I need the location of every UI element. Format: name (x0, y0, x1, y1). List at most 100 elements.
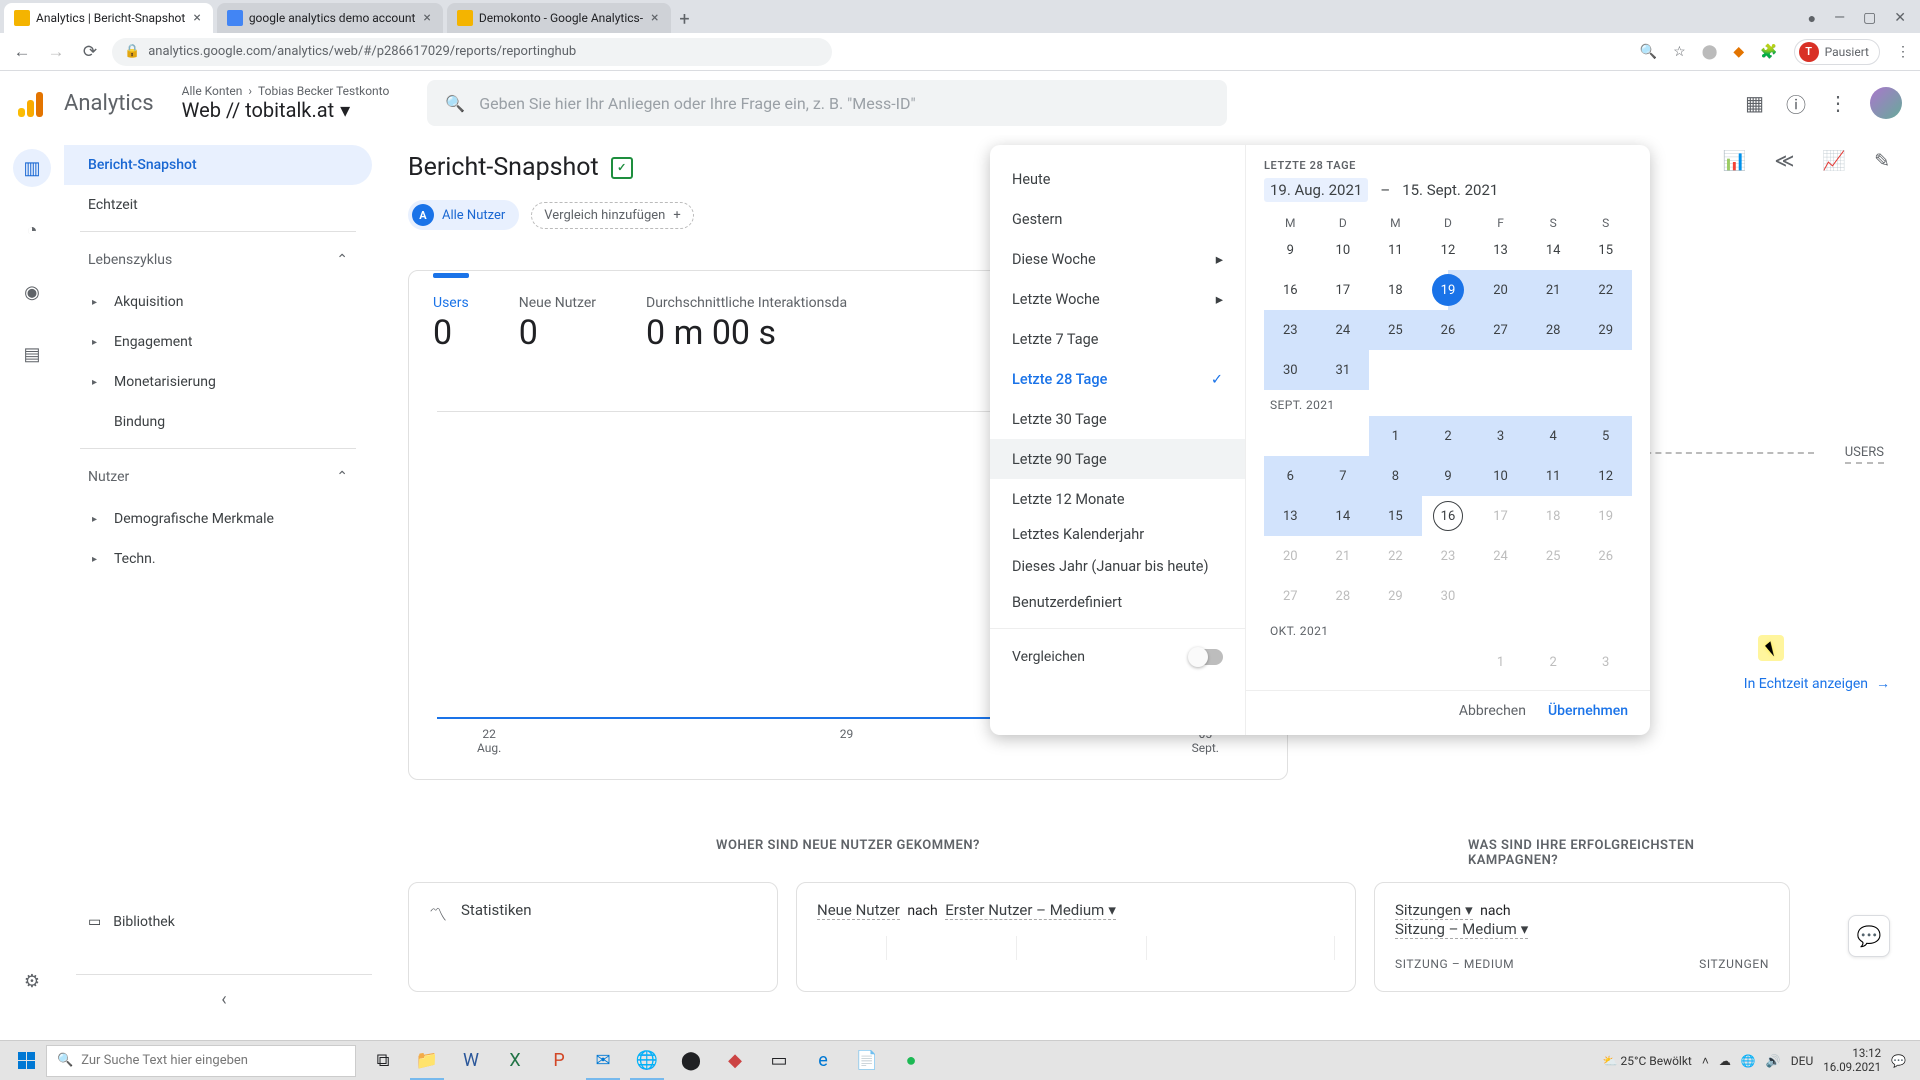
day[interactable]: 14 (1527, 230, 1580, 270)
menu-icon[interactable]: ⋮ (1896, 44, 1910, 60)
obs-icon[interactable]: ⬤ (670, 1042, 712, 1080)
day[interactable]: 15 (1579, 230, 1632, 270)
day[interactable]: 6 (1264, 456, 1317, 496)
metric-selector[interactable]: Sitzungen ▾ (1395, 901, 1473, 920)
more-icon[interactable]: ⋮ (1828, 91, 1848, 115)
day[interactable]: 4 (1527, 416, 1580, 456)
day[interactable]: 17 (1474, 496, 1527, 536)
app-icon[interactable]: ◆ (714, 1042, 756, 1080)
day[interactable]: 29 (1369, 576, 1422, 616)
weather-widget[interactable]: ⛅ 25°C Bewölkt (1603, 1054, 1692, 1068)
day-range-start[interactable]: 19 (1422, 270, 1475, 310)
preset-custom[interactable]: Benutzerdefiniert (990, 582, 1245, 622)
preset-last-90-days[interactable]: Letzte 90 Tage (990, 439, 1245, 479)
notifications-icon[interactable]: 💬 (1891, 1054, 1906, 1068)
app-icon[interactable]: ▭ (758, 1042, 800, 1080)
day[interactable]: 13 (1264, 496, 1317, 536)
day[interactable]: 1 (1474, 642, 1527, 682)
edit-icon[interactable]: ✎ (1874, 149, 1890, 172)
day[interactable]: 1 (1369, 416, 1422, 456)
preset-year-to-date[interactable]: Dieses Jahr (Januar bis heute) (990, 551, 1245, 583)
extensions-icon[interactable]: 🧩 (1760, 44, 1777, 60)
preset-this-week[interactable]: Diese Woche▸ (990, 239, 1245, 279)
search-input[interactable]: 🔍 Geben Sie hier Ihr Anliegen oder Ihre … (427, 80, 1227, 126)
sidebar-item-acquisition[interactable]: Akquisition (64, 282, 372, 322)
day[interactable]: 2 (1527, 642, 1580, 682)
day[interactable]: 12 (1422, 230, 1475, 270)
insights-icon[interactable]: 📈 (1822, 149, 1846, 172)
day[interactable]: 2 (1422, 416, 1475, 456)
language-indicator[interactable]: DEU (1791, 1054, 1813, 1068)
volume-icon[interactable]: 🔊 (1766, 1054, 1781, 1068)
mail-icon[interactable]: ✉ (582, 1042, 624, 1080)
preset-last-12-months[interactable]: Letzte 12 Monate (990, 479, 1245, 519)
dimension-selector[interactable]: Erster Nutzer – Medium ▾ (945, 901, 1116, 920)
star-icon[interactable]: ☆ (1673, 44, 1686, 60)
range-from-input[interactable]: 19. Aug. 2021 (1264, 178, 1368, 202)
taskbar-search[interactable]: 🔍 Zur Suche Text hier eingeben (46, 1045, 356, 1077)
day[interactable]: 25 (1527, 536, 1580, 576)
day[interactable]: 28 (1317, 576, 1370, 616)
explore-rail-icon[interactable]: ◔ (13, 211, 51, 249)
day[interactable]: 11 (1527, 456, 1580, 496)
new-tab-button[interactable]: + (671, 5, 699, 33)
day[interactable]: 17 (1317, 270, 1370, 310)
compare-toggle[interactable] (1189, 649, 1223, 665)
maximize-icon[interactable]: ▢ (1863, 10, 1876, 26)
day[interactable]: 30 (1264, 350, 1317, 390)
sidebar-group-lifecycle[interactable]: Lebenszyklus⌃ (64, 238, 372, 282)
day[interactable]: 10 (1474, 456, 1527, 496)
day[interactable]: 31 (1317, 350, 1370, 390)
day[interactable]: 22 (1369, 536, 1422, 576)
day[interactable]: 26 (1579, 536, 1632, 576)
preset-today[interactable]: Heute (990, 159, 1245, 199)
add-comparison-button[interactable]: Vergleich hinzufügen + (531, 202, 693, 229)
sidebar-item-snapshot[interactable]: Bericht-Snapshot (64, 145, 372, 185)
metric-tab-new-users[interactable]: Neue Nutzer 0 (519, 295, 596, 353)
day[interactable]: 27 (1474, 310, 1527, 350)
sidebar-item-engagement[interactable]: Engagement (64, 322, 372, 362)
forward-icon[interactable]: → (44, 42, 68, 62)
advertising-rail-icon[interactable]: ◉ (13, 273, 51, 311)
close-window-icon[interactable]: ✕ (1894, 10, 1906, 26)
start-button[interactable] (6, 1045, 46, 1077)
metric-tab-engagement[interactable]: Durchschnittliche Interaktionsda 0 m 00 … (646, 295, 847, 353)
close-tab-icon[interactable]: × (649, 10, 660, 26)
day[interactable]: 7 (1317, 456, 1370, 496)
insights-card[interactable]: 〽 Statistiken (408, 882, 778, 992)
zoom-icon[interactable]: 🔍 (1640, 44, 1657, 60)
day[interactable]: 13 (1474, 230, 1527, 270)
tray-chevron-icon[interactable]: ˄ (1702, 1054, 1709, 1068)
sidebar-item-monetization[interactable]: Monetarisierung (64, 362, 372, 402)
browser-tab[interactable]: google analytics demo account × (217, 3, 443, 33)
day[interactable]: 25 (1369, 310, 1422, 350)
sidebar-item-tech[interactable]: Techn. (64, 539, 372, 579)
task-view-icon[interactable]: ⧉ (362, 1042, 404, 1080)
range-to-input[interactable]: 15. Sept. 2021 (1402, 181, 1498, 199)
day[interactable]: 30 (1422, 576, 1475, 616)
powerpoint-icon[interactable]: P (538, 1042, 580, 1080)
sidebar-library[interactable]: ▭ Bibliothek (64, 914, 384, 930)
account-selector[interactable]: Alle Konten › Tobias Becker Testkonto We… (182, 84, 390, 122)
day[interactable]: 8 (1369, 456, 1422, 496)
day[interactable]: 24 (1474, 536, 1527, 576)
metric-tab-users[interactable]: Users 0 (433, 295, 469, 353)
segment-all-users[interactable]: A Alle Nutzer (408, 200, 519, 230)
back-icon[interactable]: ← (10, 42, 34, 62)
reports-rail-icon[interactable]: ▥ (13, 149, 51, 187)
day[interactable]: 11 (1369, 230, 1422, 270)
extension-icon[interactable]: ◆ (1733, 44, 1744, 60)
preset-last-7-days[interactable]: Letzte 7 Tage (990, 319, 1245, 359)
network-icon[interactable]: 🌐 (1741, 1054, 1756, 1068)
day[interactable]: 27 (1264, 576, 1317, 616)
preset-last-week[interactable]: Letzte Woche▸ (990, 279, 1245, 319)
day[interactable]: 5 (1579, 416, 1632, 456)
day[interactable]: 28 (1527, 310, 1580, 350)
apply-button[interactable]: Übernehmen (1548, 703, 1628, 719)
day[interactable]: 20 (1264, 536, 1317, 576)
day[interactable]: 24 (1317, 310, 1370, 350)
preset-yesterday[interactable]: Gestern (990, 199, 1245, 239)
browser-tab[interactable]: Demokonto - Google Analytics- × (447, 3, 671, 33)
day[interactable]: 18 (1527, 496, 1580, 536)
dimension-selector[interactable]: Sitzung – Medium ▾ (1395, 920, 1528, 939)
